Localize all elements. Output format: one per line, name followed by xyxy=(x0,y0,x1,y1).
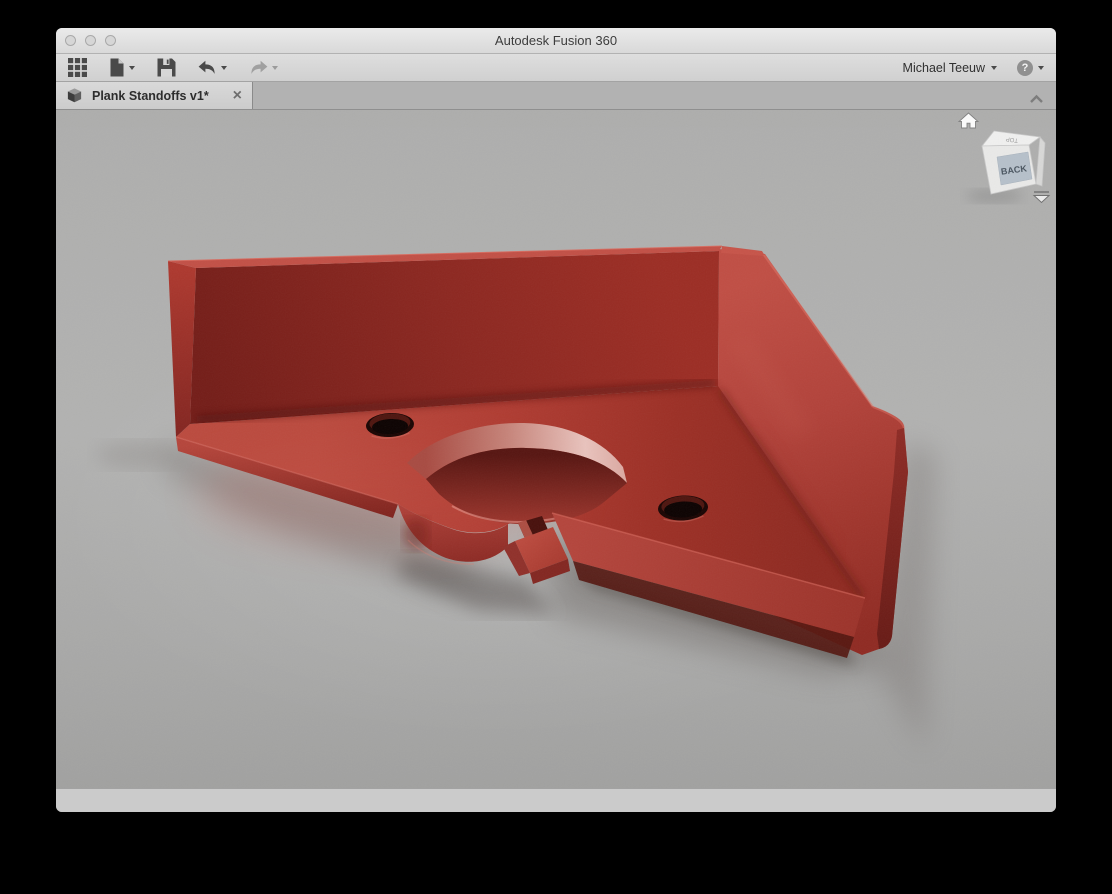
main-toolbar: Michael Teeuw ? xyxy=(56,54,1056,82)
apps-grid-icon xyxy=(68,58,87,77)
new-file-icon xyxy=(109,58,125,77)
render-scene: TOP BACK xyxy=(56,110,1056,788)
window-controls xyxy=(65,35,116,46)
apps-grid-button[interactable] xyxy=(68,58,87,77)
document-tab-bar: Plank Standoffs v1* × xyxy=(56,82,1056,110)
new-file-button[interactable] xyxy=(109,58,135,77)
user-name: Michael Teeuw xyxy=(903,61,985,75)
redo-button[interactable] xyxy=(249,60,278,75)
caret-down-icon xyxy=(272,66,278,70)
titlebar: Autodesk Fusion 360 xyxy=(56,28,1056,54)
save-button[interactable] xyxy=(157,58,176,77)
window-title: Autodesk Fusion 360 xyxy=(495,33,617,48)
caret-down-icon xyxy=(129,66,135,70)
redo-icon xyxy=(249,60,268,75)
caret-down-icon xyxy=(991,66,997,70)
cube-icon xyxy=(66,87,83,104)
undo-icon xyxy=(198,60,217,75)
close-tab-icon[interactable]: × xyxy=(233,89,242,103)
save-icon xyxy=(157,58,176,77)
minimize-window-button[interactable] xyxy=(85,35,96,46)
help-icon: ? xyxy=(1017,60,1033,76)
zoom-window-button[interactable] xyxy=(105,35,116,46)
caret-down-icon xyxy=(1038,66,1044,70)
render-noise xyxy=(56,110,1056,788)
close-window-button[interactable] xyxy=(65,35,76,46)
undo-button[interactable] xyxy=(198,60,227,75)
tab-plank-standoffs[interactable]: Plank Standoffs v1* × xyxy=(56,82,253,109)
help-menu[interactable]: ? xyxy=(1017,60,1044,76)
status-bar xyxy=(56,788,1056,812)
app-window: Autodesk Fusion 360 xyxy=(56,28,1056,812)
user-account-menu[interactable]: Michael Teeuw xyxy=(903,61,997,75)
collapse-tab-bar-button[interactable] xyxy=(1029,91,1044,109)
chevron-up-icon xyxy=(1029,94,1044,104)
3d-viewport-canvas[interactable]: TOP BACK xyxy=(56,110,1056,788)
tab-title: Plank Standoffs v1* xyxy=(92,89,224,103)
caret-down-icon xyxy=(221,66,227,70)
